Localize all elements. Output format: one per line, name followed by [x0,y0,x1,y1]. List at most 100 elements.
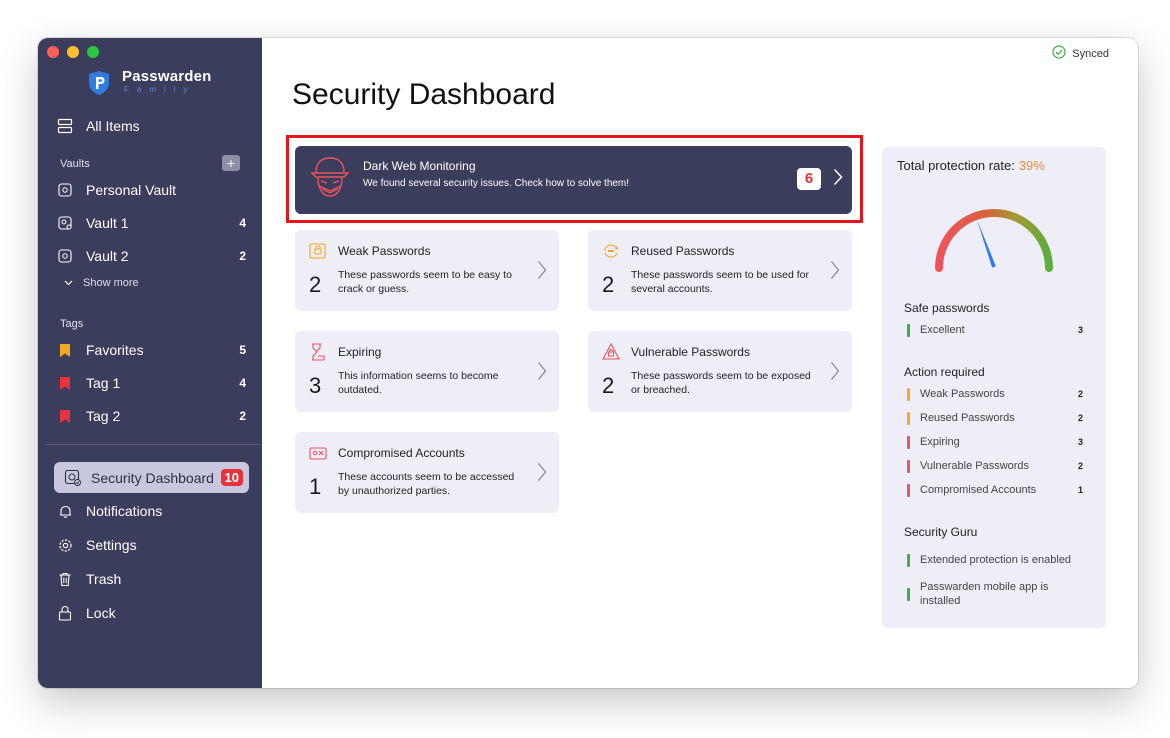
vault-icon [54,179,76,201]
sidebar-item-label: Notifications [86,503,163,519]
lock-icon [54,602,76,624]
card-title: Weak Passwords [338,244,431,258]
sidebar-item-label: Favorites [86,342,144,358]
vault-count: 4 [239,216,246,230]
card-count: 2 [309,272,322,297]
add-vault-button[interactable]: + [222,155,240,171]
tag-count: 4 [239,376,246,390]
reused-password-icon [604,244,619,258]
stack-icon [54,115,76,137]
row-label: Vulnerable Passwords [920,460,1030,472]
tag-count: 5 [239,343,246,357]
status-bar-green [907,323,910,337]
bookmark-icon [54,372,76,394]
gear-icon [54,534,76,556]
bell-icon [54,500,76,522]
protection-panel: Total protection rate: 39% Safe passwords [882,147,1106,628]
chevron-right-icon [830,261,840,279]
action-row-weak[interactable]: Weak Passwords 2 [907,386,1083,402]
row-count: 2 [1077,413,1083,423]
sidebar-item-label: Lock [86,605,116,621]
sidebar-item-security-dashboard[interactable]: Security Dashboard 10 [54,462,249,493]
row-count: 2 [1077,461,1083,471]
sidebar-item-personal-vault[interactable]: Personal Vault [54,176,246,204]
vault-count: 2 [239,249,246,263]
sidebar-item-all-items[interactable]: All Items [54,112,246,140]
card-description: These passwords seem to be exposed or br… [631,370,811,396]
close-window-button[interactable] [47,46,59,58]
sync-status-label: Synced [1072,47,1109,60]
show-more-button[interactable]: Show more [64,277,139,289]
guru-row-extended-protection: Extended protection is enabled [907,552,1083,568]
sidebar-item-label: Vault 2 [86,248,129,264]
action-row-compromised[interactable]: Compromised Accounts 1 [907,482,1083,498]
card-description: These passwords seem to be easy to crack… [338,269,512,295]
warning-lock-icon [602,342,620,360]
status-bar-green [907,553,910,567]
action-row-expiring[interactable]: Expiring 3 [907,434,1083,450]
passwarden-logo-icon [89,71,109,95]
chevron-right-icon [537,463,547,481]
dark-web-title: Dark Web Monitoring [363,159,476,173]
hacker-icon [310,157,350,197]
sidebar-item-settings[interactable]: Settings [54,531,246,559]
sidebar-item-label: Settings [86,537,137,553]
card-count: 3 [309,373,322,398]
row-count: 2 [1077,389,1083,399]
row-label: Expiring [920,436,960,448]
chevron-right-icon [833,168,843,186]
action-row-reused[interactable]: Reused Passwords 2 [907,410,1083,426]
status-bar-orange [907,411,910,425]
sidebar-divider [46,444,260,445]
weak-passwords-card[interactable]: Weak Passwords 2 These passwords seem to… [295,230,559,311]
security-guru-heading: Security Guru [904,525,978,539]
show-more-label: Show more [83,277,139,289]
guru-row-mobile-app: Passwarden mobile app is installed [907,580,1083,610]
main-content: Synced Security Dashboard Dark Web Monit… [262,38,1138,688]
zoom-window-button[interactable] [87,46,99,58]
dark-web-issues-badge: 6 [797,168,821,190]
safe-row-excellent: Excellent 3 [907,322,1083,338]
sidebar-item-trash[interactable]: Trash [54,565,246,593]
sidebar-item-vault-1[interactable]: Vault 1 4 [54,209,246,237]
app-window: Passwarden Family All Items Vaults + Per… [38,38,1138,688]
card-description: These accounts seem to be accessed by un… [338,471,515,497]
row-label: Excellent [920,324,965,336]
row-label: Passwarden mobile app is installed [920,581,1049,607]
weak-password-icon [309,243,326,259]
brand-subtitle: Family [124,85,196,94]
action-row-vulnerable[interactable]: Vulnerable Passwords 2 [907,458,1083,474]
dark-web-monitoring-card[interactable]: Dark Web Monitoring We found several sec… [295,146,852,214]
row-label: Reused Passwords [920,412,1015,424]
protection-rate-value: 39% [1018,158,1045,173]
vulnerable-passwords-card[interactable]: Vulnerable Passwords 2 These passwords s… [588,331,852,412]
vault-icon [54,245,76,267]
sidebar-item-label: Vault 1 [86,215,129,231]
sidebar-item-vault-2[interactable]: Vault 2 2 [54,242,246,270]
sidebar-item-lock[interactable]: Lock [54,599,246,627]
shared-vault-icon [54,212,76,234]
chevron-right-icon [537,261,547,279]
card-title: Reused Passwords [631,244,735,258]
sync-status: Synced [1052,45,1109,62]
sidebar-item-favorites[interactable]: Favorites 5 [54,336,246,364]
hourglass-icon [312,343,325,361]
sidebar-item-tag-1[interactable]: Tag 1 4 [54,369,246,397]
sidebar-item-tag-2[interactable]: Tag 2 2 [54,402,246,430]
status-bar-red [907,459,910,473]
safe-passwords-heading: Safe passwords [904,301,990,315]
trash-icon [54,568,76,590]
chevron-right-icon [537,362,547,380]
expiring-card[interactable]: Expiring 3 This information seems to bec… [295,331,559,412]
card-title: Expiring [338,345,382,359]
window-controls [47,46,99,58]
row-label: Weak Passwords [920,388,1005,400]
status-bar-green [907,588,910,601]
sidebar-item-label: Security Dashboard [91,469,214,486]
sidebar-item-label: All Items [86,118,140,134]
minimize-window-button[interactable] [67,46,79,58]
reused-passwords-card[interactable]: Reused Passwords 2 These passwords seem … [588,230,852,311]
sidebar-item-notifications[interactable]: Notifications [54,497,246,525]
card-count: 2 [602,373,615,398]
compromised-accounts-card[interactable]: Compromised Accounts 1 These accounts se… [295,432,559,513]
